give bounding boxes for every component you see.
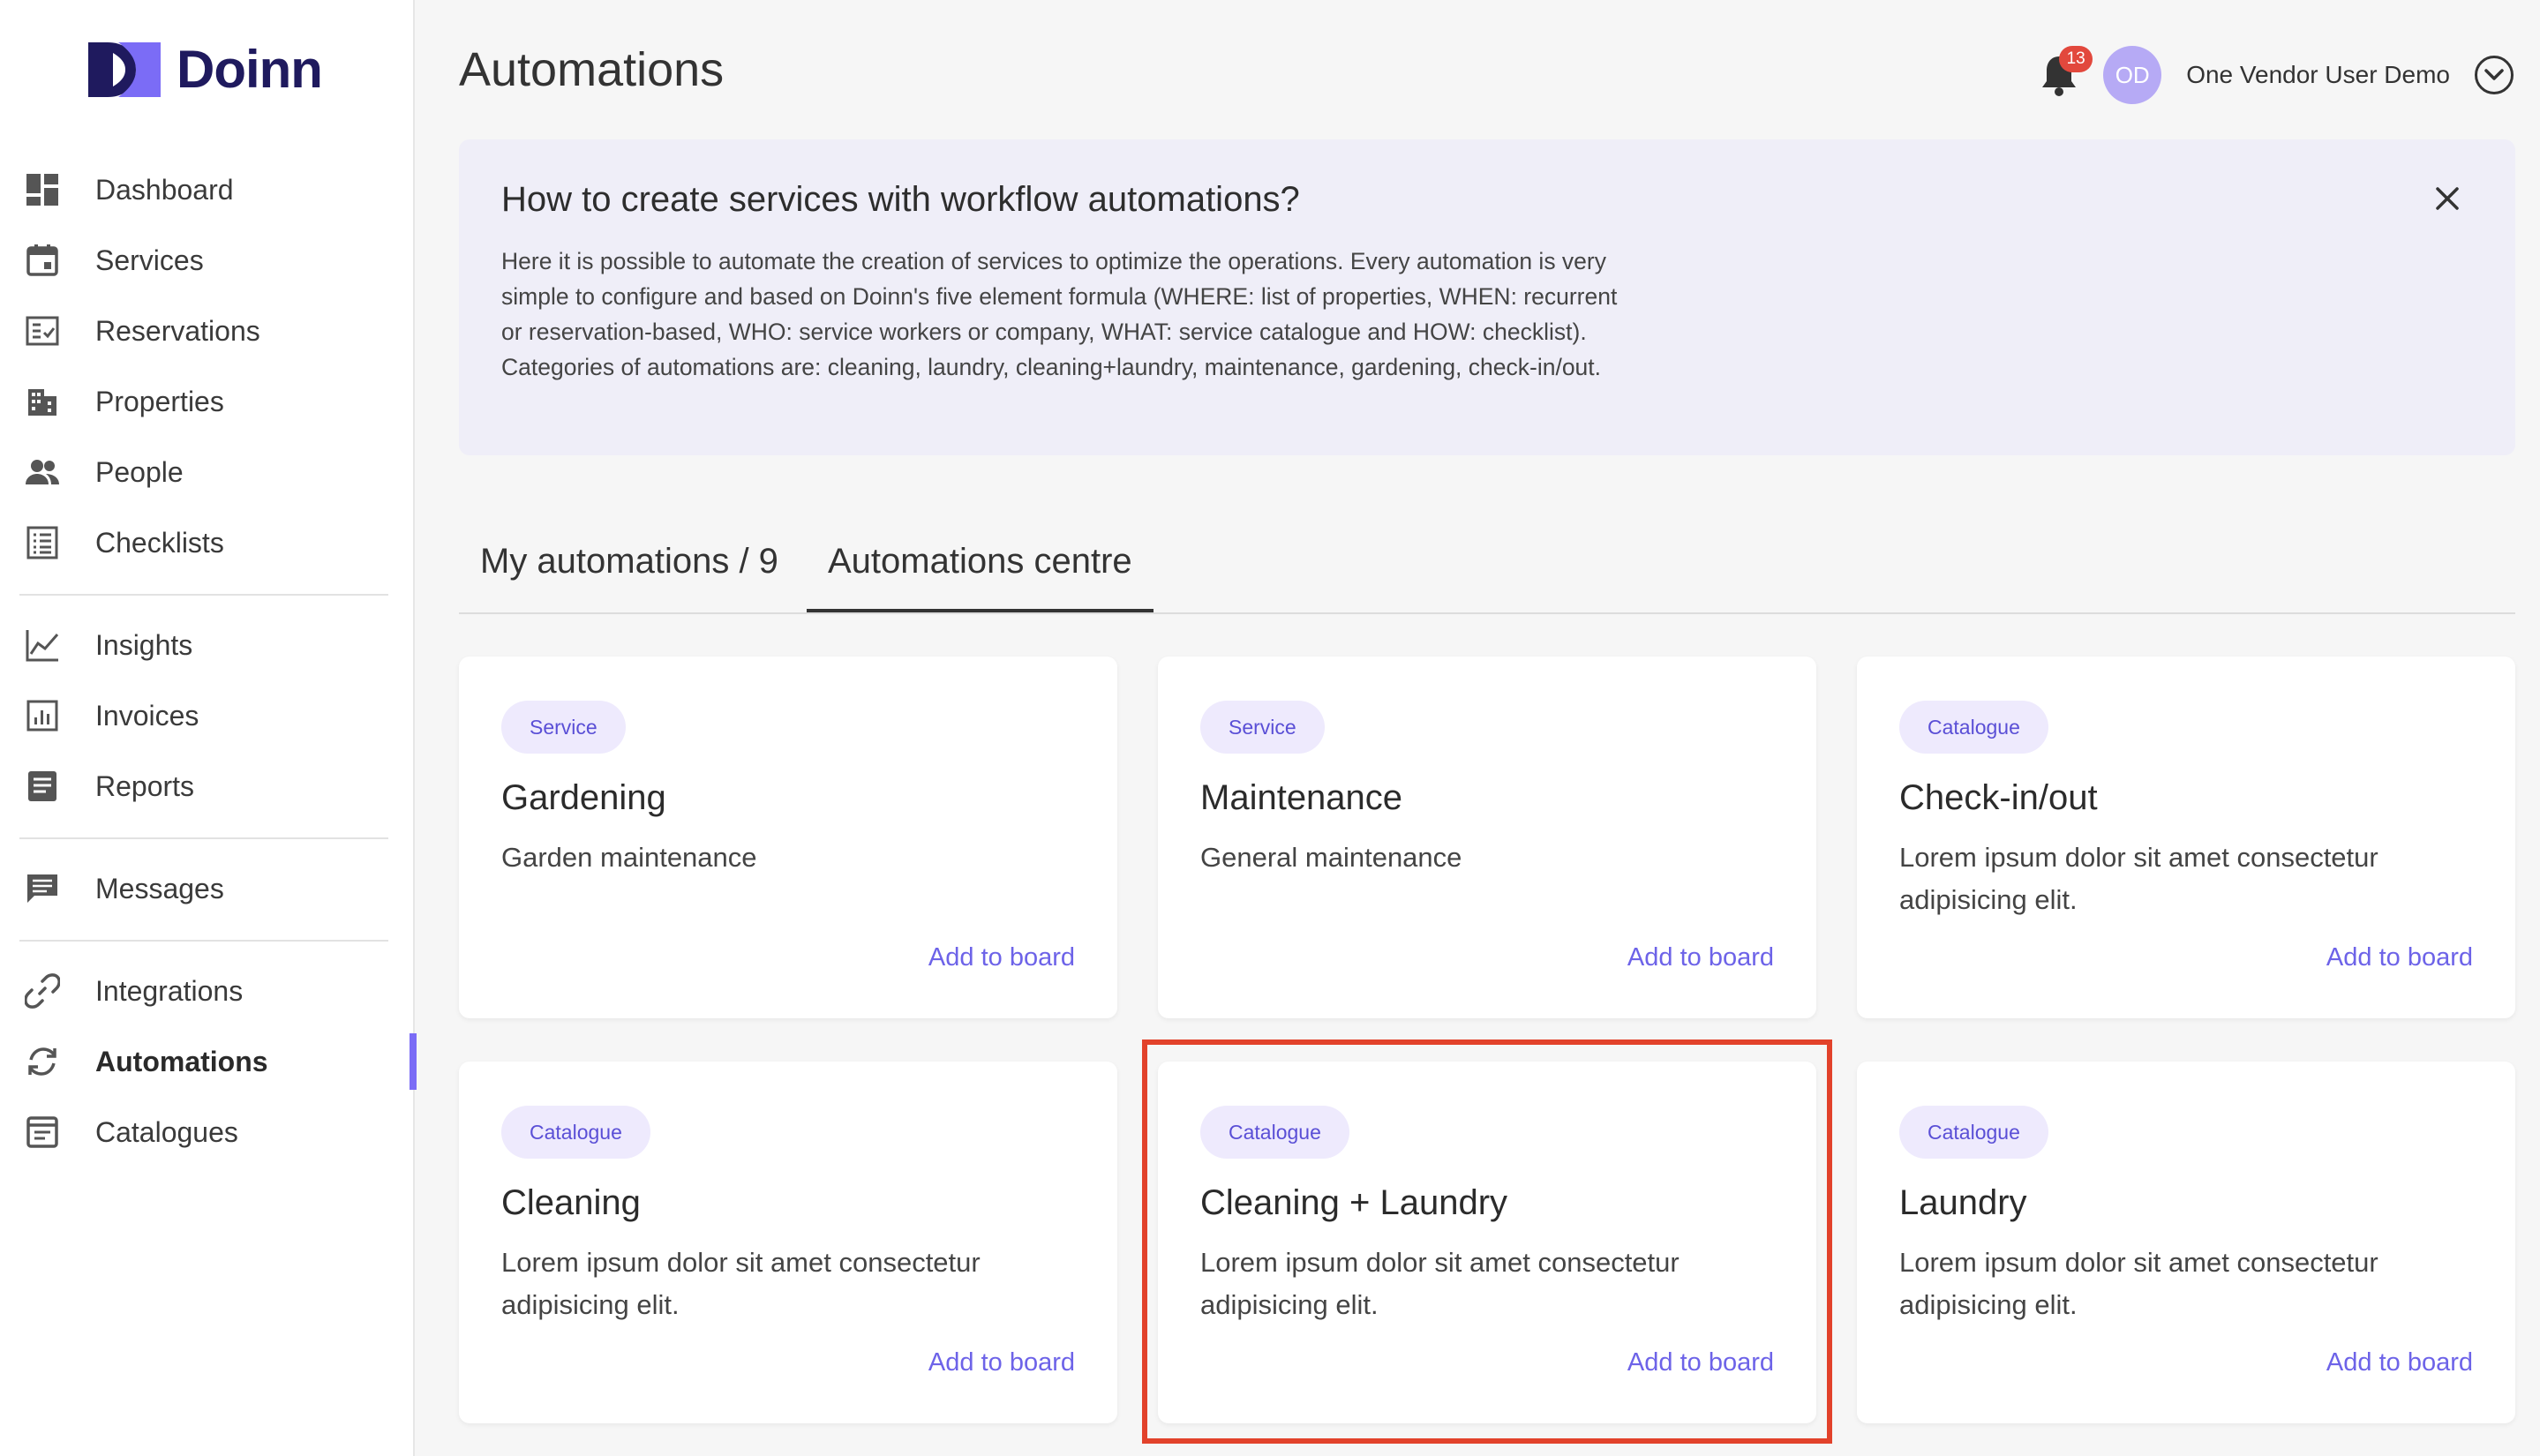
nav-divider <box>19 940 388 942</box>
close-icon <box>2436 187 2459 210</box>
banner-line: or reservation-based, WHO: service worke… <box>501 319 1587 345</box>
card-title: Cleaning <box>501 1183 641 1222</box>
banner-line: simple to configure and based on Doinn's… <box>501 283 1618 310</box>
card-title: Laundry <box>1899 1183 2027 1222</box>
notification-badge: 13 <box>2059 46 2093 72</box>
sidebar-item-label: Services <box>95 244 204 276</box>
automation-card: Catalogue Laundry Lorem ipsum dolor sit am… <box>1857 1062 2515 1423</box>
sidebar-item-properties[interactable]: Properties <box>0 366 415 437</box>
banner-title: How to create services with workflow aut… <box>501 180 1300 219</box>
calendar-icon <box>25 243 60 278</box>
page-title: Automations <box>459 43 725 96</box>
tabs: My automations / 9 Automations centre <box>459 538 2515 614</box>
card-description: Lorem ipsum dolor sit amet consectetur a… <box>501 1247 981 1320</box>
sidebar: Doinn Dashboard Services Reservations Prope… <box>0 0 417 1456</box>
sidebar-item-label: Insights <box>95 628 193 661</box>
card-description: Lorem ipsum dolor sit amet consectetur a… <box>1899 1247 2378 1320</box>
tab-my-automations[interactable]: My automations / 9 <box>459 538 800 614</box>
card-tag: Service <box>1200 701 1325 754</box>
sidebar-item-label: Reports <box>95 769 195 802</box>
automation-card: Catalogue Check-in/out Lorem ipsum dolor s… <box>1857 657 2515 1018</box>
nav-divider <box>19 837 388 839</box>
add-to-board-button[interactable]: Add to board <box>928 1348 1075 1377</box>
nav-divider <box>19 594 388 596</box>
sidebar-item-integrations[interactable]: Integrations <box>0 956 415 1026</box>
doinn-logo-icon <box>86 41 164 99</box>
card-title: Cleaning + Laundry <box>1200 1183 1508 1222</box>
banner-line: Categories of automations are: cleaning,… <box>501 354 1602 380</box>
automation-card: Service Maintenance General maintenance Add… <box>1158 657 1816 1018</box>
sidebar-item-label: Reservations <box>95 314 260 347</box>
card-title: Gardening <box>501 778 666 817</box>
sidebar-item-insights[interactable]: Insights <box>0 610 415 680</box>
card-description: Lorem ipsum dolor sit amet consectetur a… <box>1899 842 2378 915</box>
building-icon <box>25 384 60 419</box>
sidebar-item-dashboard[interactable]: Dashboard <box>0 154 415 225</box>
banner-text: Here it is possible to automate the crea… <box>501 244 1710 385</box>
card-title: Maintenance <box>1200 778 1403 817</box>
sidebar-item-label: Properties <box>95 385 224 417</box>
brand-name: Doinn <box>177 40 323 99</box>
chart-line-icon <box>25 627 60 663</box>
card-tag: Catalogue <box>1899 701 2048 754</box>
add-to-board-button[interactable]: Add to board <box>928 943 1075 972</box>
sidebar-item-reports[interactable]: Reports <box>0 751 415 822</box>
add-to-board-button[interactable]: Add to board <box>2326 1348 2473 1377</box>
sidebar-item-automations[interactable]: Automations <box>0 1026 417 1097</box>
sidebar-item-services[interactable]: Services <box>0 225 415 296</box>
sidebar-item-label: Dashboard <box>95 173 234 206</box>
card-description: General maintenance <box>1200 842 1462 873</box>
sidebar-item-label: People <box>95 455 184 488</box>
banner-close-button[interactable] <box>2432 184 2462 214</box>
sidebar-item-label: Checklists <box>95 526 224 559</box>
link-icon <box>25 973 60 1009</box>
sidebar-item-label: Integrations <box>95 974 244 1007</box>
sidebar-nav: Dashboard Services Reservations Properties P… <box>0 154 417 1167</box>
sidebar-item-label: Invoices <box>95 699 199 732</box>
sidebar-item-people[interactable]: People <box>0 437 415 507</box>
card-title: Check-in/out <box>1899 778 2098 817</box>
banner-line: Here it is possible to automate the crea… <box>501 248 1606 274</box>
automation-card: Service Gardening Garden maintenance Add to… <box>459 657 1117 1018</box>
sidebar-item-catalogues[interactable]: Catalogues <box>0 1097 415 1167</box>
card-tag: Catalogue <box>501 1106 650 1159</box>
card-tag: Catalogue <box>1899 1106 2048 1159</box>
notifications-button[interactable]: 13 <box>2040 46 2093 97</box>
sidebar-item-label: Catalogues <box>95 1115 238 1148</box>
people-icon <box>25 454 60 490</box>
automation-card: Catalogue Cleaning Lorem ipsum dolor sit a… <box>459 1062 1117 1423</box>
add-to-board-button[interactable]: Add to board <box>1627 943 1774 972</box>
dashboard-icon <box>25 172 60 207</box>
catalogue-icon <box>25 1115 60 1150</box>
card-description: Garden maintenance <box>501 842 757 873</box>
card-tag: Catalogue <box>1200 1106 1349 1159</box>
tab-automations-centre[interactable]: Automations centre <box>807 538 1154 612</box>
sidebar-item-reservations[interactable]: Reservations <box>0 296 415 366</box>
sidebar-item-label: Messages <box>95 872 224 904</box>
card-tag: Service <box>501 701 626 754</box>
topbar: 13 OD One Vendor User Demo <box>2040 46 2514 104</box>
list-icon <box>25 525 60 560</box>
sidebar-item-invoices[interactable]: Invoices <box>0 680 415 751</box>
automation-card: Catalogue Cleaning + Laundry Lorem ipsum d… <box>1158 1062 1816 1423</box>
sidebar-item-checklists[interactable]: Checklists <box>0 507 415 578</box>
info-banner: How to create services with workflow aut… <box>459 139 2515 455</box>
report-icon <box>25 769 60 804</box>
user-name[interactable]: One Vendor User Demo <box>2186 61 2450 89</box>
add-to-board-button[interactable]: Add to board <box>1627 1348 1774 1377</box>
invoice-icon <box>25 698 60 733</box>
chevron-down-icon <box>2484 69 2504 80</box>
checklist-icon <box>25 313 60 349</box>
sync-icon <box>25 1044 60 1079</box>
message-icon <box>25 871 60 906</box>
avatar[interactable]: OD <box>2103 46 2162 104</box>
card-description: Lorem ipsum dolor sit amet consectetur a… <box>1200 1247 1680 1320</box>
sidebar-item-label: Automations <box>95 1045 268 1077</box>
user-menu-button[interactable] <box>2475 56 2514 94</box>
brand-logo[interactable]: Doinn <box>86 39 323 100</box>
add-to-board-button[interactable]: Add to board <box>2326 943 2473 972</box>
sidebar-item-messages[interactable]: Messages <box>0 853 415 924</box>
